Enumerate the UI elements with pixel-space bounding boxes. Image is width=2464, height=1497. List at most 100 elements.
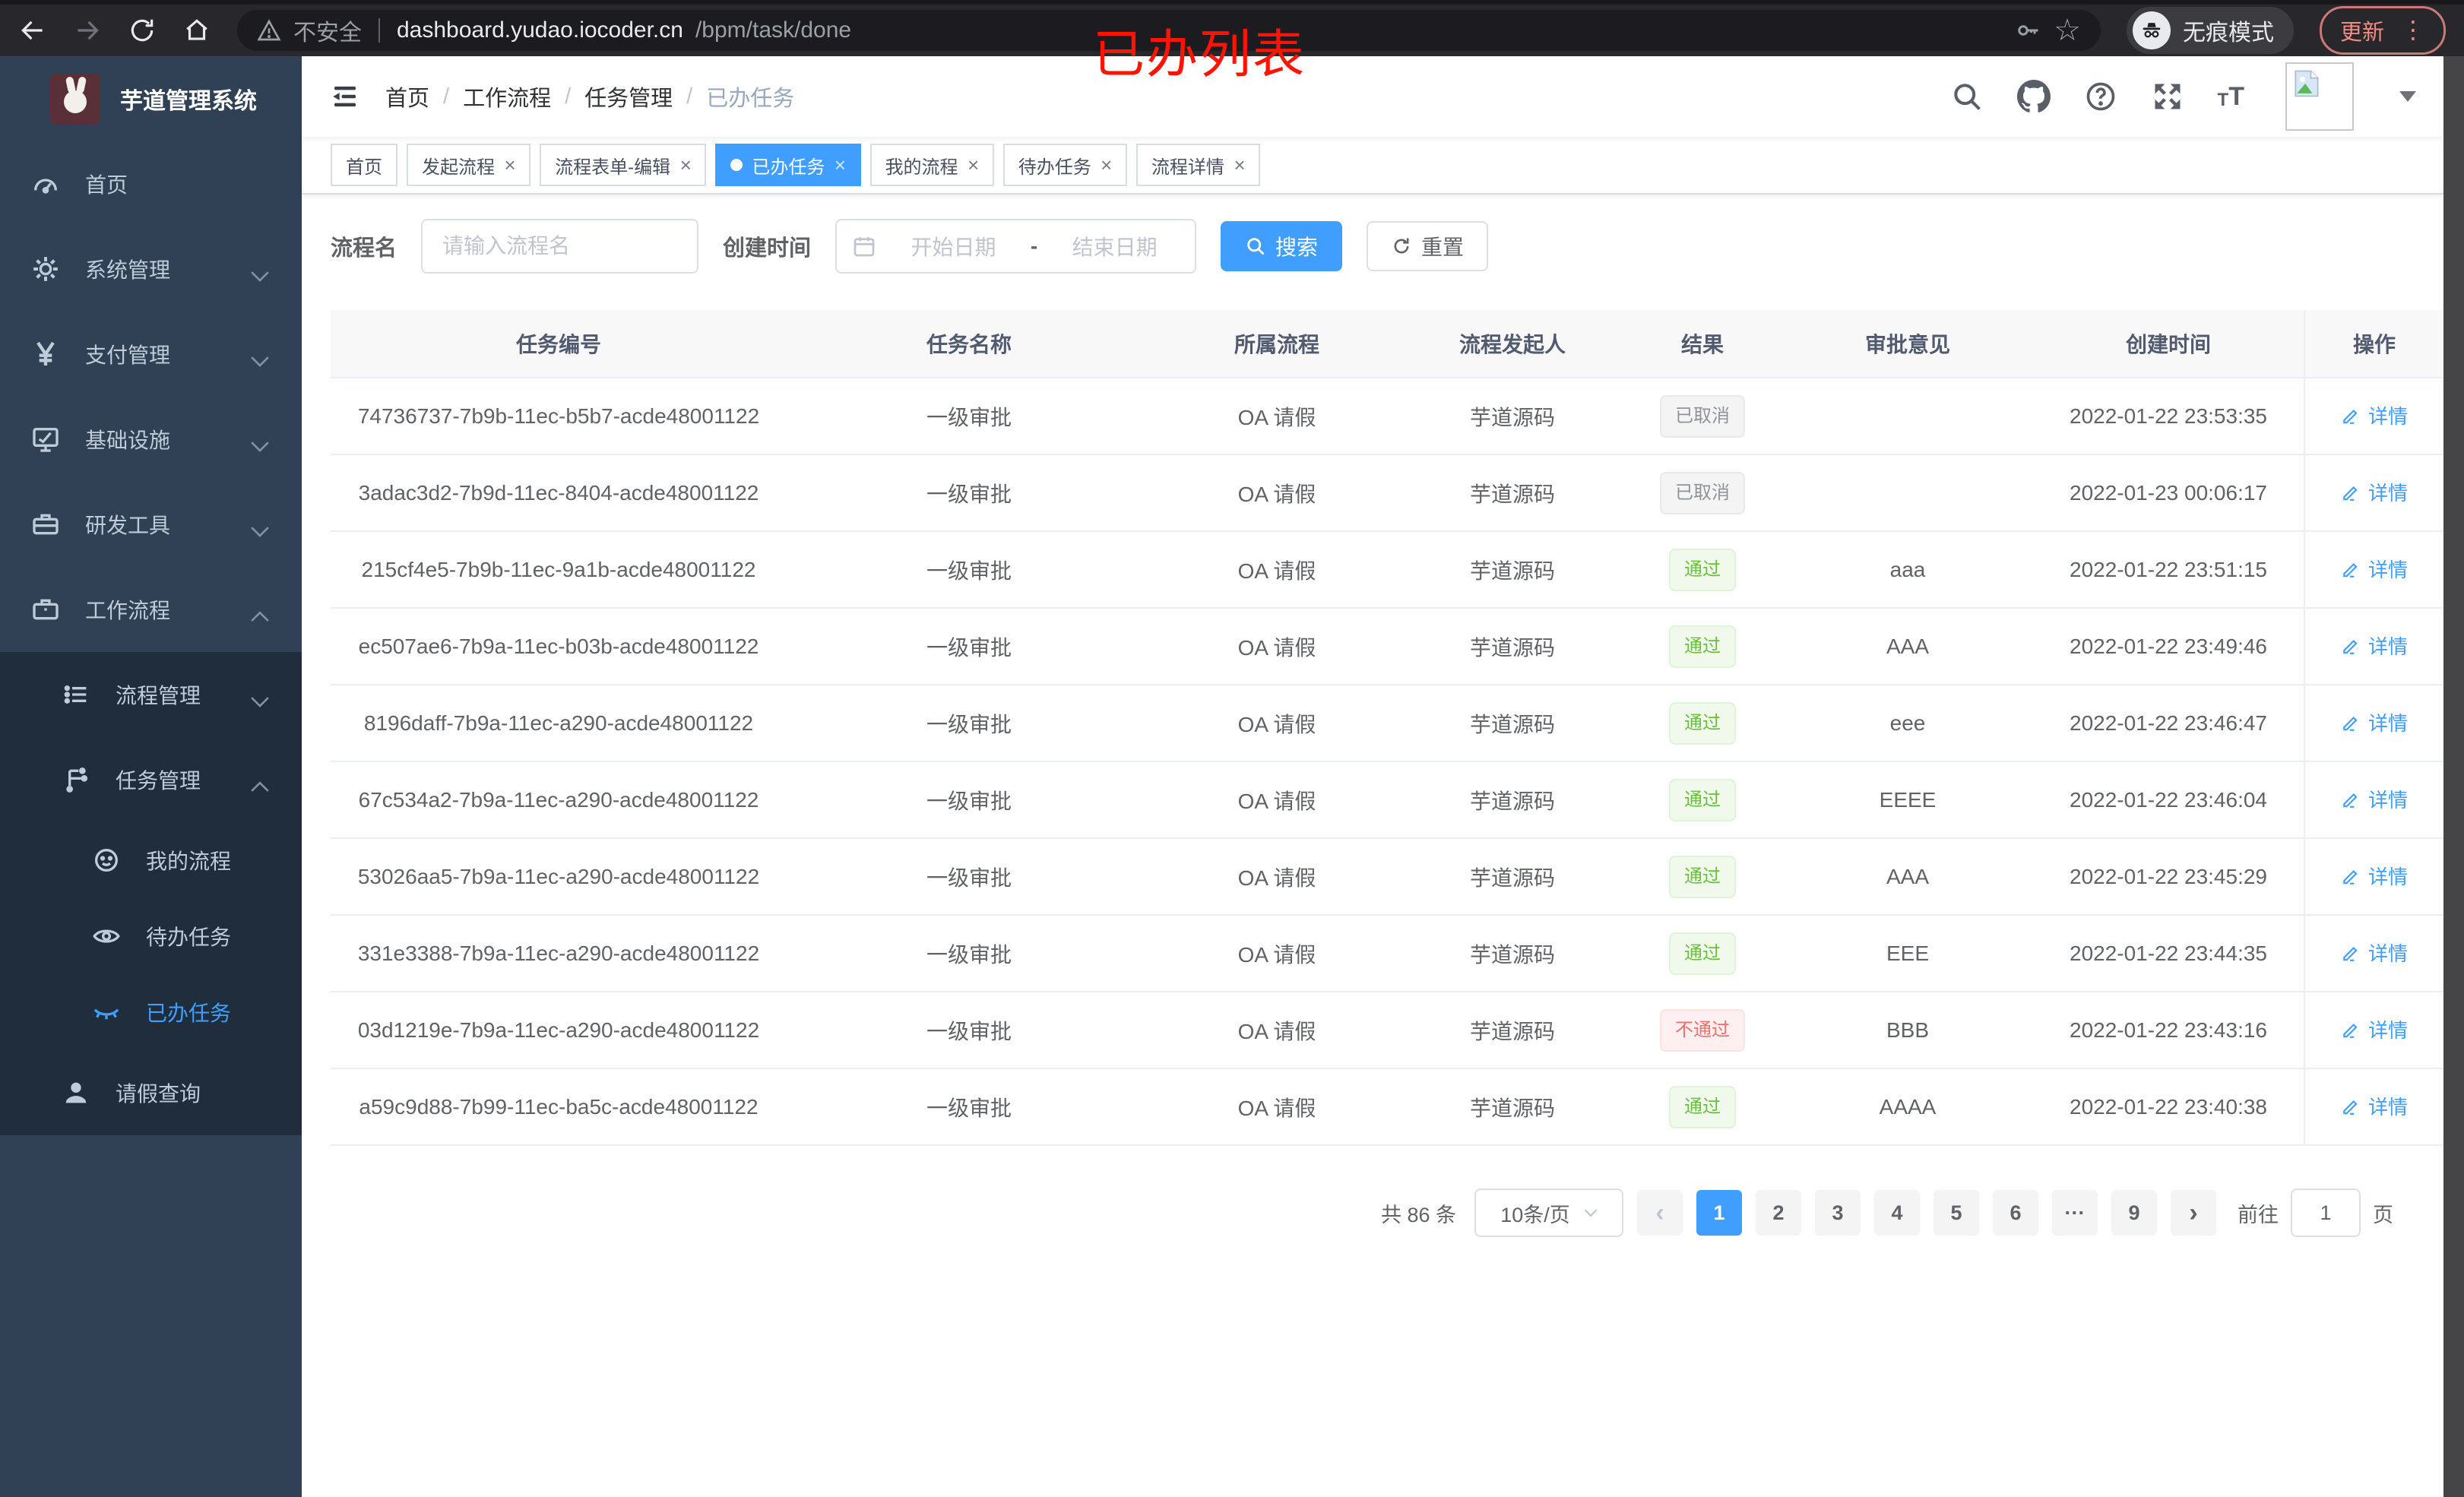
cell-opinion bbox=[1782, 378, 2033, 455]
table-row: 03d1219e-7b9a-11ec-a290-acde48001122 一级审… bbox=[331, 992, 2443, 1069]
close-icon[interactable]: × bbox=[679, 155, 691, 175]
process-name-input[interactable] bbox=[421, 219, 699, 274]
update-label[interactable]: 更新 bbox=[2340, 14, 2384, 46]
close-icon[interactable]: × bbox=[504, 155, 515, 175]
forward-icon[interactable] bbox=[73, 16, 102, 45]
view-tab[interactable]: 已办任务 × bbox=[715, 144, 861, 186]
sidebar-item-todo-tasks[interactable]: 待办任务 bbox=[0, 898, 302, 974]
font-size-icon[interactable]: TT bbox=[2218, 84, 2244, 109]
page-number-button[interactable]: 4 bbox=[1874, 1190, 1920, 1236]
sidebar-item-leave-query[interactable]: 请假查询 bbox=[0, 1050, 302, 1135]
incognito-icon bbox=[2132, 11, 2171, 49]
tab-label: 首页 bbox=[346, 157, 382, 178]
cell-actions: 详情 bbox=[2304, 454, 2443, 532]
key-icon[interactable] bbox=[2014, 17, 2041, 44]
avatar-caret-icon[interactable] bbox=[2399, 91, 2416, 102]
cell-task-name: 一级审批 bbox=[787, 992, 1151, 1069]
view-tab[interactable]: 流程详情 × bbox=[1135, 144, 1261, 186]
sidebar-item-task-mgmt[interactable]: 任务管理 bbox=[0, 737, 302, 822]
breadcrumb-item[interactable]: 首页 bbox=[385, 81, 429, 112]
page-number-button[interactable]: 5 bbox=[1934, 1190, 1979, 1236]
sidebar-menu: 首页 系统管理 支付管理 基础设施 研发工具 工作流程 流程管理 任务管理 我的… bbox=[0, 141, 302, 1135]
back-icon[interactable] bbox=[18, 16, 47, 45]
reset-button[interactable]: 重置 bbox=[1367, 221, 1489, 271]
page-number-button[interactable]: 6 bbox=[1993, 1190, 2038, 1236]
sidebar-item-done-tasks[interactable]: 已办任务 bbox=[0, 974, 302, 1050]
cell-result: 通过 bbox=[1623, 761, 1782, 839]
security-label[interactable]: 不安全 bbox=[293, 14, 362, 47]
detail-button[interactable]: 详情 bbox=[2341, 631, 2408, 660]
detail-button[interactable]: 详情 bbox=[2341, 708, 2408, 736]
sidebar-item-process-mgmt[interactable]: 流程管理 bbox=[0, 652, 302, 737]
search-button[interactable]: 搜索 bbox=[1221, 221, 1343, 271]
sidebar-item-home[interactable]: 首页 bbox=[0, 141, 302, 226]
date-range-picker[interactable]: 开始日期 - 结束日期 bbox=[835, 219, 1197, 274]
browser-update-button[interactable]: 更新 ⋮ bbox=[2319, 6, 2446, 55]
page-number-button[interactable]: 2 bbox=[1756, 1190, 1801, 1236]
view-tab[interactable]: 我的流程 × bbox=[869, 144, 994, 186]
cell-actions: 详情 bbox=[2304, 685, 2443, 762]
incognito-badge[interactable]: 无痕模式 bbox=[2126, 7, 2294, 54]
view-tab[interactable]: 首页 × bbox=[331, 144, 397, 186]
monitor-icon bbox=[30, 424, 61, 454]
calendar-icon bbox=[854, 237, 875, 257]
breadcrumb-item[interactable]: 任务管理 bbox=[584, 81, 673, 112]
home-icon[interactable] bbox=[182, 16, 211, 45]
avatar[interactable] bbox=[2285, 62, 2354, 131]
page-size-select[interactable]: 10条/页 bbox=[1474, 1188, 1623, 1237]
sidebar-item-devtools[interactable]: 研发工具 bbox=[0, 482, 302, 567]
sidebar-item-workflow[interactable]: 工作流程 bbox=[0, 567, 302, 652]
detail-button[interactable]: 详情 bbox=[2341, 401, 2408, 429]
sidebar-item-payment[interactable]: 支付管理 bbox=[0, 312, 302, 397]
detail-button[interactable]: 详情 bbox=[2341, 938, 2408, 967]
close-icon[interactable]: × bbox=[1234, 155, 1245, 175]
cell-actions: 详情 bbox=[2304, 608, 2443, 685]
fullscreen-icon[interactable] bbox=[2151, 80, 2184, 113]
close-icon[interactable]: × bbox=[1101, 155, 1112, 175]
view-tab[interactable]: 发起流程 × bbox=[407, 144, 531, 186]
sidebar-item-my-process[interactable]: 我的流程 bbox=[0, 822, 302, 898]
prev-page-button[interactable]: ‹ bbox=[1637, 1190, 1683, 1236]
detail-button[interactable]: 详情 bbox=[2341, 862, 2408, 890]
status-badge: 通过 bbox=[1669, 778, 1736, 821]
gear-icon bbox=[30, 254, 61, 284]
col-task-name: 任务名称 bbox=[787, 310, 1151, 378]
view-tab[interactable]: 待办任务 × bbox=[1002, 144, 1127, 186]
close-icon[interactable]: × bbox=[968, 155, 979, 175]
breadcrumb-item[interactable]: 工作流程 bbox=[463, 81, 551, 112]
close-icon[interactable]: × bbox=[834, 155, 845, 175]
warning-icon[interactable] bbox=[257, 18, 281, 43]
sidebar-collapse-icon[interactable] bbox=[329, 81, 361, 112]
cell-task-id: 331e3388-7b9a-11ec-a290-acde48001122 bbox=[331, 915, 787, 992]
url-host[interactable]: dashboard.yudao.iocoder.cn bbox=[397, 17, 683, 43]
goto-page-input[interactable] bbox=[2291, 1188, 2361, 1237]
browser-menu-icon[interactable]: ⋮ bbox=[2401, 17, 2425, 42]
cell-starter: 芋道源码 bbox=[1402, 685, 1623, 762]
next-page-button[interactable]: › bbox=[2171, 1190, 2216, 1236]
page-number-button[interactable]: 9 bbox=[2111, 1190, 2157, 1236]
detail-button[interactable]: 详情 bbox=[2341, 785, 2408, 813]
page-number-button[interactable]: ··· bbox=[2052, 1190, 2098, 1236]
url-path[interactable]: /bpm/task/done bbox=[695, 17, 851, 43]
detail-button[interactable]: 详情 bbox=[2341, 1015, 2408, 1043]
sidebar-logo[interactable]: 芋道管理系统 bbox=[0, 56, 302, 141]
filter-form: 流程名 创建时间 开始日期 - 结束日期 搜索 重置 bbox=[331, 219, 2415, 274]
page-number-button[interactable]: 1 bbox=[1696, 1190, 1742, 1236]
status-badge: 通过 bbox=[1669, 855, 1736, 898]
detail-button[interactable]: 详情 bbox=[2341, 555, 2408, 583]
breadcrumb-item[interactable]: 已办任务 bbox=[706, 81, 794, 112]
breadcrumb-separator: / bbox=[443, 84, 450, 109]
sidebar-item-infra[interactable]: 基础设施 bbox=[0, 397, 302, 482]
search-icon[interactable] bbox=[1950, 80, 1984, 113]
cell-created: 2022-01-22 23:49:46 bbox=[2033, 608, 2304, 685]
reload-icon[interactable] bbox=[128, 16, 157, 45]
bookmark-star-icon[interactable]: ☆ bbox=[2054, 15, 2081, 46]
end-date-placeholder: 结束日期 bbox=[1072, 236, 1158, 259]
detail-button[interactable]: 详情 bbox=[2341, 478, 2408, 506]
github-icon[interactable] bbox=[2016, 80, 2051, 113]
page-number-button[interactable]: 3 bbox=[1815, 1190, 1861, 1236]
help-icon[interactable] bbox=[2084, 80, 2117, 113]
view-tab[interactable]: 流程表单-编辑 × bbox=[540, 144, 707, 186]
detail-button[interactable]: 详情 bbox=[2341, 1092, 2408, 1120]
sidebar-item-system[interactable]: 系统管理 bbox=[0, 226, 302, 312]
